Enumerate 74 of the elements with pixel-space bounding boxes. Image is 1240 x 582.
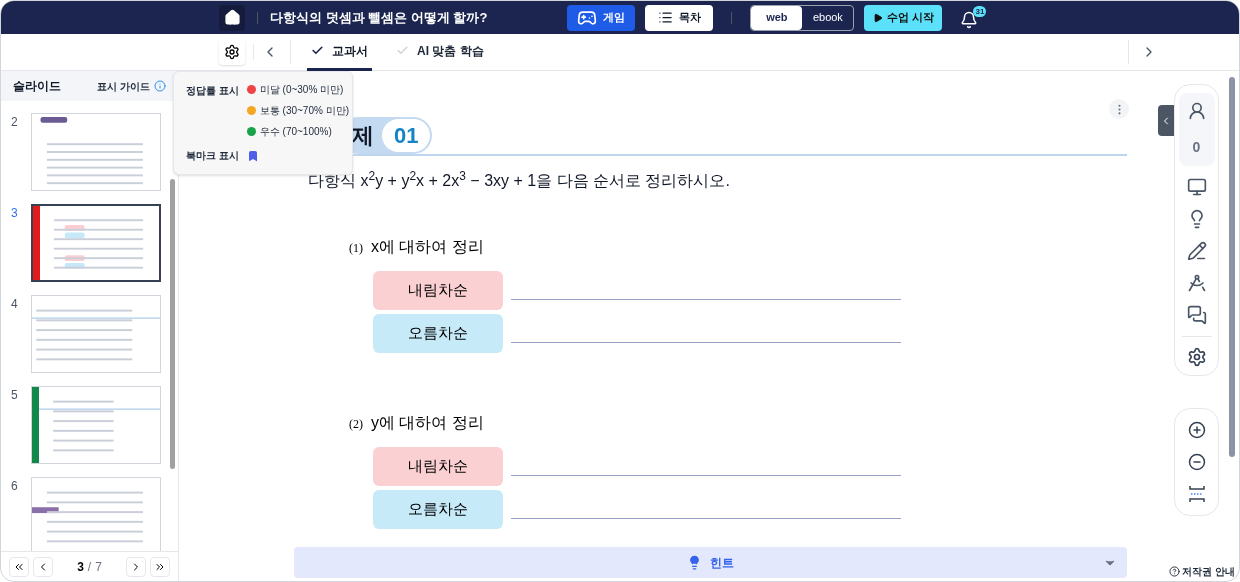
slide-number: 3 [11, 205, 19, 222]
zoom-out-button[interactable] [1187, 453, 1206, 471]
check-icon [311, 44, 324, 57]
level-label: 우수 (70~100%) [259, 125, 332, 139]
view-mode-option[interactable]: ebook [802, 5, 854, 30]
problem-statement: 다항식 x$^{2}$y + y$^{2}$x + 2x$^{3}$ − 3xy + 1을 다음 순서로 정리하시오. [308, 169, 731, 191]
answer-label: 내림차순 [373, 271, 503, 310]
help-icon [1169, 566, 1181, 577]
total-pages: 7 [95, 558, 102, 576]
hint-bar[interactable]: 힌트 [294, 547, 1127, 578]
settings-icon [1186, 347, 1207, 367]
zoom-in-icon [1187, 421, 1206, 439]
part-heading: x에 대하여 정리 [371, 237, 484, 257]
home-button[interactable] [219, 4, 245, 31]
play-icon [872, 12, 883, 23]
part-heading: y에 대하여 정리 [371, 413, 484, 433]
participant-count: 0 [1192, 138, 1201, 157]
start-class-button[interactable]: 수업 시작 [864, 4, 943, 31]
info-icon [154, 80, 166, 92]
problem-label: 제 [352, 121, 374, 150]
person-icon [1186, 101, 1207, 121]
slide-number: 4 [11, 296, 19, 313]
chat-icon [1186, 305, 1207, 325]
bookmark-icon [246, 149, 259, 162]
toc-button[interactable]: 목차 [645, 4, 714, 31]
sidebar-title: 슬라이드 [13, 78, 61, 95]
scrollbar[interactable] [1229, 77, 1235, 457]
part-number: (2) [349, 416, 363, 433]
next-page-button[interactable] [126, 556, 146, 577]
view-mode-option[interactable]: web [751, 5, 803, 30]
bookmark-label: 북마크 표시 [186, 149, 239, 163]
home-icon [223, 9, 241, 26]
slide-number: 5 [11, 387, 19, 404]
lesson-title: 다항식의 덧셈과 뺄셈은 어떻게 할까? [270, 8, 488, 27]
fit-width-icon [1187, 485, 1206, 503]
current-page: 3 [77, 558, 84, 576]
game-button[interactable]: 게임 [567, 4, 636, 31]
notification-button[interactable]: 31 [960, 6, 987, 29]
fit-width-button[interactable] [1187, 485, 1206, 503]
settings-icon [224, 44, 240, 60]
chat-button[interactable] [1186, 305, 1207, 325]
page-separator: / [87, 558, 92, 576]
pencil-button[interactable] [1186, 241, 1207, 261]
check-icon [396, 44, 409, 57]
compass-icon [1186, 273, 1207, 293]
compass-button[interactable] [1186, 273, 1207, 293]
answer-label: 오름차순 [373, 314, 503, 353]
pencil-icon [1186, 241, 1207, 261]
monitor-button[interactable] [1186, 177, 1207, 197]
slide-number: 6 [11, 478, 19, 495]
slide-number: 2 [11, 114, 19, 131]
first-page-button[interactable] [9, 556, 29, 577]
tab[interactable]: AI 맞춤 학습 [392, 33, 488, 71]
display-guide-link[interactable]: 표시 가이드 [97, 78, 166, 94]
answer-label: 오름차순 [373, 490, 503, 529]
answer-label: 내림차순 [373, 447, 503, 486]
scrollbar[interactable] [170, 179, 175, 469]
problem-number: 01 [382, 118, 431, 152]
last-page-button[interactable] [150, 556, 170, 577]
previous-page-button[interactable] [33, 556, 53, 577]
zoom-out-icon [1187, 453, 1206, 471]
answer-rate-label: 정답률 표시 [186, 84, 239, 98]
notification-badge: 31 [973, 6, 987, 17]
level-label: 미달 (0~30% 미만) [259, 83, 344, 97]
settings-tool-button[interactable] [1186, 347, 1207, 367]
list-icon [657, 10, 673, 25]
level-label: 보통 (30~70% 미만) [259, 104, 349, 118]
zoom-in-button[interactable] [1187, 421, 1206, 439]
right-tab-handle[interactable] [1158, 105, 1174, 136]
monitor-icon [1186, 177, 1207, 197]
copyright-link[interactable]: 저작권 안내 [1169, 564, 1235, 579]
part-number: (1) [349, 240, 363, 257]
lightbulb-icon [687, 555, 702, 570]
settings-button[interactable] [219, 39, 245, 65]
